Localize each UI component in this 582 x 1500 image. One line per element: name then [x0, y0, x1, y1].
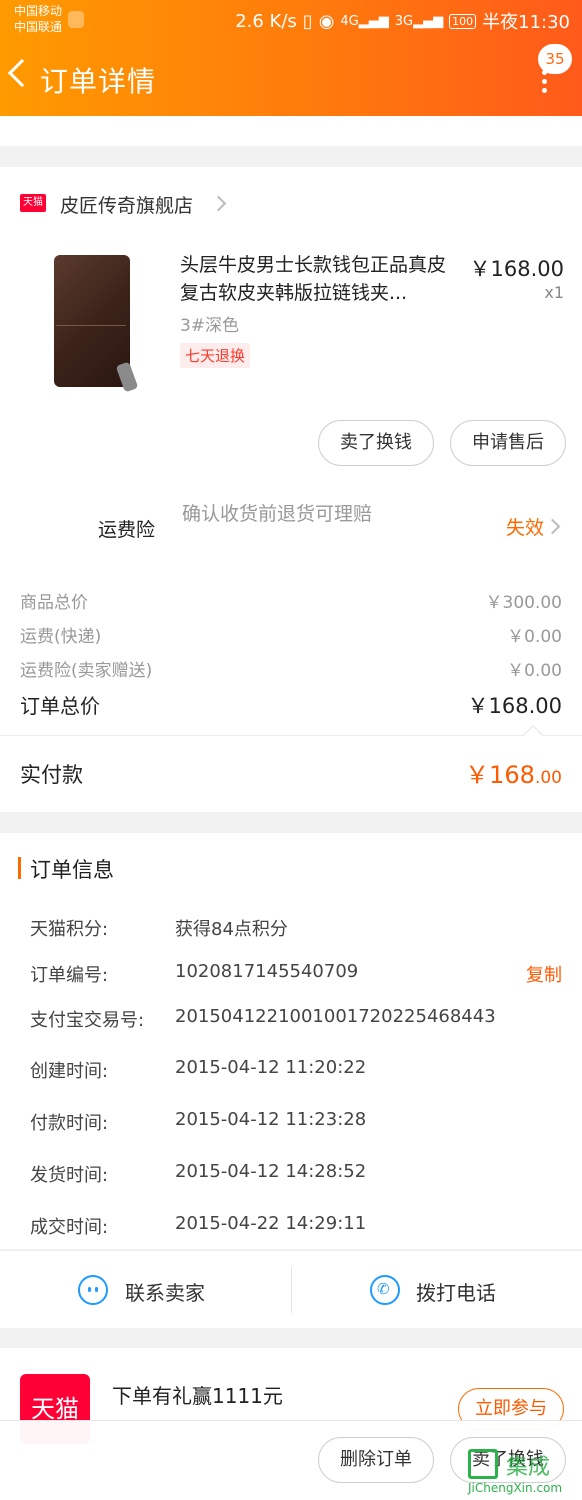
delete-order-button[interactable]: 删除订单 [318, 1437, 434, 1483]
clock: 半夜11:30 [482, 12, 570, 33]
fee-row-goods-total: 商品总价 ￥300.00 [20, 593, 562, 613]
store-name[interactable]: 皮匠传奇旗舰店 [60, 191, 193, 218]
divider-notch [523, 725, 543, 745]
more-icon[interactable] [542, 70, 548, 94]
watermark-logo-icon [468, 1449, 498, 1479]
after-sale-button[interactable]: 申请售后 [450, 420, 566, 466]
page-title: 订单详情 [40, 65, 157, 98]
product-image[interactable] [50, 255, 139, 393]
sell-for-cash-button[interactable]: 卖了换钱 [318, 420, 434, 466]
top-bar: 中国移动 中国联通 2.6 K/s ▯ ◉ 4G▂▄▆ 3G▂▄▆ 100 半夜… [0, 0, 582, 116]
vibrate-icon: ▯ [302, 10, 313, 32]
product-sku: 3#深色 [180, 316, 240, 336]
shipping-insurance-desc: 确认收货前退货可理赔 [182, 503, 373, 525]
carrier-2: 中国联通 [14, 20, 63, 34]
chevron-right-icon[interactable] [210, 195, 227, 212]
fee-row-insurance: 运费险(卖家赠送) ￥0.00 [20, 661, 562, 681]
contact-bar: 联系卖家 ✆ 拨打电话 [0, 1250, 582, 1328]
contact-seller-label: 联系卖家 [125, 1281, 205, 1305]
shield-icon [68, 11, 84, 28]
paid-amount: ￥168.00 [465, 761, 562, 789]
shipping-insurance-status[interactable]: 失效 [506, 513, 544, 540]
return-policy-tag: 七天退换 [180, 343, 251, 368]
signal-3g-icon: 3G▂▄▆ [394, 13, 444, 29]
battery-icon: 100 [449, 13, 477, 29]
watermark-url: JiChengXin.com [468, 1481, 563, 1495]
product-title[interactable]: 头层牛皮男士长款钱包正品真皮复古软皮夹韩版拉链钱夹... [180, 251, 460, 307]
phone-icon: ✆ [370, 1275, 400, 1305]
paid-label: 实付款 [20, 763, 83, 787]
tmall-tag: 天猫 [20, 194, 46, 212]
section-accent-bar [18, 857, 21, 879]
order-info-section: 订单信息 天猫积分: 获得84点积分 订单编号: 1020817145540709 … [0, 833, 582, 1249]
network-speed: 2.6 K/s [235, 10, 297, 32]
order-info-title: 订单信息 [30, 858, 114, 882]
store-card: 天猫 皮匠传奇旗舰店 头层牛皮男士长款钱包正品真皮复古软皮夹韩版拉链钱夹... … [0, 167, 582, 812]
product-price: ￥168.00 [469, 257, 564, 281]
contact-seller-button[interactable]: 联系卖家 [0, 1251, 291, 1329]
eye-icon: ◉ [318, 10, 335, 32]
call-phone-button[interactable]: ✆ 拨打电话 [292, 1251, 582, 1329]
order-total-row: 订单总价 ￥168.00 [20, 694, 562, 718]
message-badge[interactable]: 35 [538, 44, 572, 74]
signal-4g-icon: 4G▂▄▆ [340, 13, 389, 29]
call-phone-label: 拨打电话 [416, 1281, 496, 1305]
carrier-1: 中国移动 [14, 4, 63, 18]
bottom-action-bar: 删除订单 卖了换钱 集成 JiChengXin.com [0, 1420, 582, 1500]
previous-section-peek [0, 116, 582, 146]
shipping-insurance-label: 运费险 [98, 519, 156, 541]
status-indicators: 2.6 K/s ▯ ◉ 4G▂▄▆ 3G▂▄▆ 100 半夜11:30 [235, 8, 570, 34]
chevron-right-icon[interactable] [544, 518, 561, 535]
watermark-text: 集成 [506, 1455, 551, 1480]
chat-icon [78, 1275, 108, 1305]
status-bar: 中国移动 中国联通 2.6 K/s ▯ ◉ 4G▂▄▆ 3G▂▄▆ 100 半夜… [0, 0, 582, 40]
fee-row-shipping: 运费(快递) ￥0.00 [20, 627, 562, 647]
carrier-info: 中国移动 中国联通 [14, 3, 62, 35]
product-quantity: x1 [544, 283, 564, 302]
back-icon[interactable] [7, 58, 37, 88]
divider [0, 735, 582, 736]
copy-button[interactable]: 复制 [526, 961, 562, 987]
promo-text: 下单有礼赢1111元 [112, 1384, 283, 1408]
